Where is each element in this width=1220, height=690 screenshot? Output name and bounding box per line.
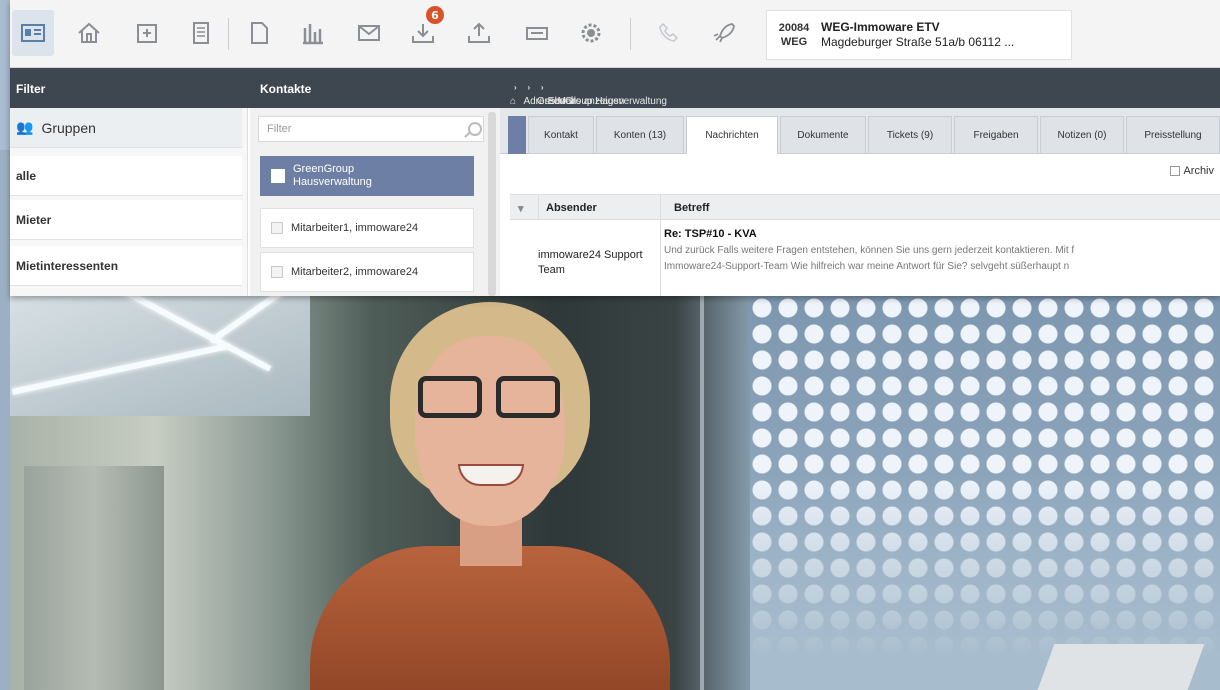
groups-icon: 👥	[16, 119, 34, 135]
filter-panel: 👥 Gruppen alle Mieter Mietinteressenten	[10, 108, 248, 296]
filter-item-mieter[interactable]: Mieter	[10, 200, 242, 240]
notification-badge: 6	[426, 6, 444, 24]
contacts-scrollbar[interactable]	[488, 112, 496, 296]
rocket-icon[interactable]	[704, 12, 746, 54]
laptop	[1037, 644, 1205, 690]
tab-konten[interactable]: Konten (13)	[596, 116, 684, 154]
inbox-download-icon[interactable]: 6	[402, 6, 444, 54]
search-icon[interactable]	[468, 122, 482, 136]
tab-kontakt[interactable]: Kontakt	[528, 116, 594, 154]
contacts-search-input[interactable]: Filter	[258, 116, 484, 142]
sort-icon[interactable]: ▾	[518, 202, 524, 215]
filter-item-mietinteressenten[interactable]: Mietinteressenten	[10, 246, 242, 286]
elevator-door	[24, 466, 164, 690]
note-icon[interactable]	[238, 12, 280, 54]
tab-preisstellung[interactable]: Preisstellung	[1126, 116, 1220, 154]
column-divider	[538, 194, 539, 220]
contact-name: GreenGroup Hausverwaltung	[293, 163, 372, 188]
screenshot-root: 6 20084 WEG WEG-Immoware ETV Magdeburger S…	[0, 0, 1220, 690]
selected-object[interactable]: 20084 WEG WEG-Immoware ETV Magdeburger Str…	[766, 10, 1072, 60]
calendar-icon[interactable]	[126, 12, 168, 54]
contacts-header: Kontakte	[260, 82, 312, 96]
contact-icon	[271, 169, 285, 183]
tab-bar: Kontakt Konten (13) Nachrichten Dokument…	[500, 108, 1220, 154]
detail-panel: Kontakt Konten (13) Nachrichten Dokument…	[500, 108, 1220, 296]
stock-photo	[10, 296, 1220, 690]
contact-icon	[271, 222, 283, 234]
checkbox-icon	[1170, 166, 1181, 176]
contact-item-selected[interactable]: GreenGroup Hausverwaltung	[260, 156, 474, 196]
groups-label: Gruppen	[41, 119, 96, 136]
message-sender[interactable]: immoware24 Support Team	[538, 248, 648, 278]
message-table-header: ▾ Absender Betreff	[510, 194, 1220, 220]
archive-checkbox[interactable]: Archiv	[1170, 160, 1214, 182]
tab-dokumente[interactable]: Dokumente	[780, 116, 866, 154]
object-number: 20084	[778, 22, 810, 34]
column-divider	[660, 194, 661, 296]
contact-item[interactable]: Mitarbeiter2, immoware24	[260, 252, 474, 292]
app-window: 6 20084 WEG WEG-Immoware ETV Magdeburger S…	[10, 0, 1220, 296]
filter-item-alle[interactable]: alle	[10, 156, 242, 196]
contacts-panel: Filter GreenGroup Hausverwaltung Mitarbe…	[250, 108, 500, 296]
archive-label: Archiv	[1183, 165, 1214, 177]
contact-item[interactable]: Mitarbeiter1, immoware24	[260, 208, 474, 248]
object-name: WEG-Immoware ETV	[821, 20, 940, 34]
column-headers: Filter Kontakte ⌂ › Adressbuch › GreenGrou…	[10, 68, 1220, 108]
object-text: WEG-Immoware ETV Magdeburger Straße 51a/b…	[821, 20, 1071, 50]
object-address: Magdeburger Straße 51a/b 06112 ...	[821, 35, 1015, 49]
breadcrumb-item: E-Mails anzeigen	[547, 96, 625, 107]
contact-name: Mitarbeiter2, immoware24	[291, 266, 419, 278]
breadcrumb: ⌂ › Adressbuch › GreenGroup Hausverwaltung…	[510, 83, 667, 107]
home-icon[interactable]: ⌂	[510, 96, 516, 107]
chart-icon[interactable]	[292, 12, 334, 54]
home-icon[interactable]	[68, 12, 110, 54]
message-preview: Und zurück Falls weitere Fragen entstehe…	[664, 245, 1075, 256]
shirt	[310, 546, 670, 690]
groups-filter[interactable]: 👥 Gruppen	[10, 108, 242, 148]
mail-icon[interactable]	[348, 12, 390, 54]
contact-name: Mitarbeiter1, immoware24	[291, 222, 419, 234]
glass-edge	[700, 296, 704, 690]
toolbar: 6 20084 WEG WEG-Immoware ETV Magdeburger S…	[10, 0, 1220, 68]
tab-freigaben[interactable]: Freigaben	[954, 116, 1038, 154]
message-subject: Re: TSP#10 - KVA	[664, 228, 757, 240]
ticket-icon[interactable]	[516, 12, 558, 54]
tab-nachrichten[interactable]: Nachrichten	[686, 116, 778, 154]
face	[415, 336, 565, 526]
object-type: WEG	[780, 36, 808, 48]
glasses	[414, 376, 564, 420]
message-preview: Immoware24-Support-Team Wie hilfreich wa…	[664, 261, 1070, 272]
tab-notizen[interactable]: Notizen (0)	[1040, 116, 1124, 154]
column-subject[interactable]: Betreff	[674, 202, 709, 214]
column-sender[interactable]: Absender	[546, 202, 597, 214]
settings-icon[interactable]	[570, 12, 612, 54]
phone-icon[interactable]	[648, 12, 690, 54]
document-list-icon[interactable]	[180, 12, 222, 54]
upload-icon[interactable]	[458, 12, 500, 54]
object-id: 20084 WEG	[767, 21, 821, 49]
tab-accent	[508, 116, 526, 154]
message-subject-cell[interactable]: Re: TSP#10 - KVA Und zurück Falls weiter…	[664, 226, 1220, 275]
contact-icon	[271, 266, 283, 278]
tab-tickets[interactable]: Tickets (9)	[868, 116, 952, 154]
smiling-woman	[300, 296, 670, 690]
filter-header: Filter	[16, 82, 46, 96]
contacts-card-icon[interactable]	[12, 10, 54, 56]
